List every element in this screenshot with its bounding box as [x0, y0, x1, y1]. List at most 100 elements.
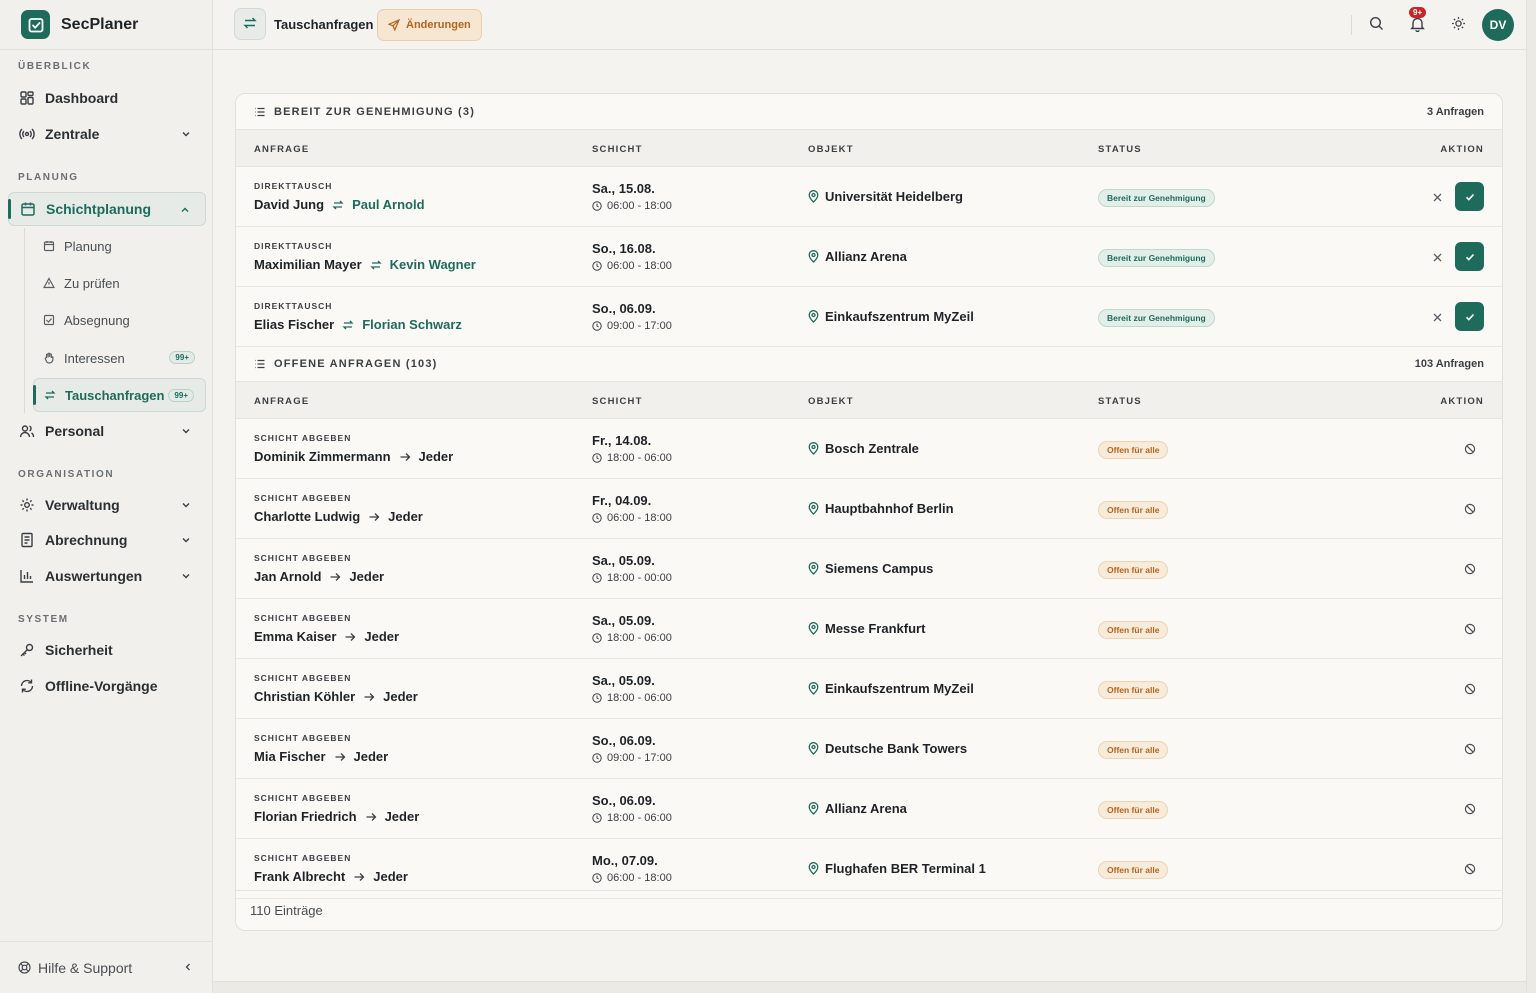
sub-label: Absegnung	[64, 312, 130, 328]
table-row[interactable]: DIREKTTAUSCH David Jung Paul Arnold Sa.,…	[236, 167, 1502, 227]
lifebuoy-icon	[18, 961, 31, 974]
calendar-small-icon	[42, 239, 56, 253]
chevron-down-icon	[180, 498, 192, 514]
shift-time: 18:00 - 06:00	[592, 452, 672, 464]
nav-label: Abrechnung	[45, 532, 128, 548]
nav-item-personal[interactable]: Personal	[8, 414, 206, 448]
nav-item-dashboard[interactable]: Dashboard	[8, 81, 206, 115]
map-pin-icon	[808, 562, 819, 575]
table-row[interactable]: SCHICHT ABGEBEN Christian Köhler Jeder Sa…	[236, 659, 1502, 719]
section-label-organisation: ORGANISATION	[18, 469, 115, 480]
sub-item-planung[interactable]: Planung	[33, 229, 206, 263]
vertical-scrollbar[interactable]	[1526, 0, 1536, 993]
block-button[interactable]	[1463, 622, 1477, 636]
chevron-down-icon	[180, 533, 192, 549]
sub-item-interessen[interactable]: Interessen 99+	[33, 341, 206, 375]
table-row[interactable]: SCHICHT ABGEBEN Emma Kaiser Jeder Sa., 05…	[236, 599, 1502, 659]
avatar[interactable]: DV	[1482, 9, 1514, 41]
nav-label: Dashboard	[45, 90, 119, 106]
nav-item-verwaltung[interactable]: Verwaltung	[8, 488, 206, 522]
from-name: Frank Albrecht	[254, 869, 346, 884]
recipient-name: Jeder	[383, 689, 418, 704]
recipient-name: Jeder	[388, 509, 423, 524]
block-button[interactable]	[1463, 502, 1477, 516]
topbar: Tauschanfragen Änderungen 9+ DV	[213, 0, 1526, 50]
nav-item-sicherheit[interactable]: Sicherheit	[8, 633, 206, 667]
status-badge: Offen für alle	[1098, 441, 1169, 459]
changes-label: Änderungen	[406, 19, 471, 31]
search-button[interactable]	[1365, 14, 1387, 36]
partner-name[interactable]: Florian Schwarz	[362, 317, 462, 332]
clock-icon	[592, 573, 602, 583]
object-label: Hauptbahnhof Berlin	[825, 501, 954, 516]
theme-toggle-button[interactable]	[1447, 14, 1469, 36]
block-button[interactable]	[1463, 742, 1477, 756]
col-status: STATUS	[1098, 144, 1142, 155]
partner-name[interactable]: Paul Arnold	[352, 197, 424, 212]
brand[interactable]: SecPlaner	[0, 0, 212, 50]
table-row[interactable]: SCHICHT ABGEBEN Mia Fischer Jeder So., 06…	[236, 719, 1502, 779]
clock-icon	[592, 693, 602, 703]
table-row[interactable]: SCHICHT ABGEBEN Jan Arnold Jeder Sa., 05.…	[236, 539, 1502, 599]
sub-label: Zu prüfen	[64, 275, 120, 291]
partner-name[interactable]: Kevin Wagner	[390, 257, 476, 272]
nav-item-auswertungen[interactable]: Auswertungen	[8, 559, 206, 593]
request-names: Florian Friedrich Jeder	[254, 809, 419, 824]
table-row[interactable]: SCHICHT ABGEBEN Charlotte Ludwig Jeder Fr…	[236, 479, 1502, 539]
object: Bosch Zentrale	[808, 441, 919, 456]
arrow-right-icon	[399, 451, 411, 463]
shift-time-label: 09:00 - 17:00	[607, 320, 672, 332]
object: Allianz Arena	[808, 249, 907, 264]
horizontal-scrollbar[interactable]	[213, 981, 1526, 993]
submenu-line	[24, 228, 25, 413]
sub-item-zu-pruefen[interactable]: Zu prüfen	[33, 266, 206, 300]
nav-item-schichtplanung[interactable]: Schichtplanung	[8, 192, 206, 226]
nav-item-offline-vorgaenge[interactable]: Offline-Vorgänge	[8, 669, 206, 703]
reject-button[interactable]	[1430, 250, 1444, 264]
shift-time-label: 18:00 - 06:00	[607, 812, 672, 824]
approve-button[interactable]	[1455, 302, 1484, 331]
shift-date: Sa., 05.09.	[592, 673, 655, 688]
reject-button[interactable]	[1430, 310, 1444, 324]
col-aktion: AKTION	[1440, 144, 1484, 155]
object-label: Einkaufszentrum MyZeil	[825, 309, 974, 324]
map-pin-icon	[808, 442, 819, 455]
block-button[interactable]	[1463, 682, 1477, 696]
page-swap-button[interactable]	[234, 8, 266, 40]
swap-icon	[332, 199, 344, 211]
object: Siemens Campus	[808, 561, 933, 576]
help-support-link[interactable]: Hilfe & Support	[0, 941, 212, 993]
shift-date: Sa., 05.09.	[592, 613, 655, 628]
table-row[interactable]: SCHICHT ABGEBEN Florian Friedrich Jeder S…	[236, 779, 1502, 839]
shift-time: 06:00 - 18:00	[592, 872, 672, 884]
block-button[interactable]	[1463, 862, 1477, 876]
shift-date: Sa., 05.09.	[592, 553, 655, 568]
clock-icon	[592, 873, 602, 883]
gear-icon	[18, 496, 36, 514]
radio-signal-icon	[18, 125, 36, 143]
list-icon	[254, 106, 266, 118]
request-names: Maximilian Mayer Kevin Wagner	[254, 257, 476, 272]
swap-icon	[243, 16, 257, 33]
sub-item-absegnung[interactable]: Absegnung	[33, 303, 206, 337]
sidebar: SecPlaner ÜBERBLICK Dashboard Zentrale P…	[0, 0, 213, 993]
table-row[interactable]: DIREKTTAUSCH Maximilian Mayer Kevin Wagn…	[236, 227, 1502, 287]
nav-item-zentrale[interactable]: Zentrale	[8, 117, 206, 151]
table-row[interactable]: SCHICHT ABGEBEN Dominik Zimmermann Jeder …	[236, 419, 1502, 479]
changes-button[interactable]: Änderungen	[377, 9, 482, 41]
approve-button[interactable]	[1455, 242, 1484, 271]
nav-item-abrechnung[interactable]: Abrechnung	[8, 523, 206, 557]
collapse-sidebar-icon[interactable]	[182, 960, 194, 976]
table-row[interactable]: DIREKTTAUSCH Elias Fischer Florian Schwa…	[236, 287, 1502, 347]
tauschanfragen-count-badge: 99+	[168, 389, 194, 402]
block-button[interactable]	[1463, 562, 1477, 576]
map-pin-icon	[808, 190, 819, 203]
request-names: Elias Fischer Florian Schwarz	[254, 317, 462, 332]
approve-button[interactable]	[1455, 182, 1484, 211]
sub-item-tauschanfragen[interactable]: Tauschanfragen 99+	[33, 378, 206, 412]
block-button[interactable]	[1463, 802, 1477, 816]
object: Messe Frankfurt	[808, 621, 925, 636]
reject-button[interactable]	[1430, 190, 1444, 204]
block-button[interactable]	[1463, 442, 1477, 456]
arrow-right-icon	[344, 631, 356, 643]
